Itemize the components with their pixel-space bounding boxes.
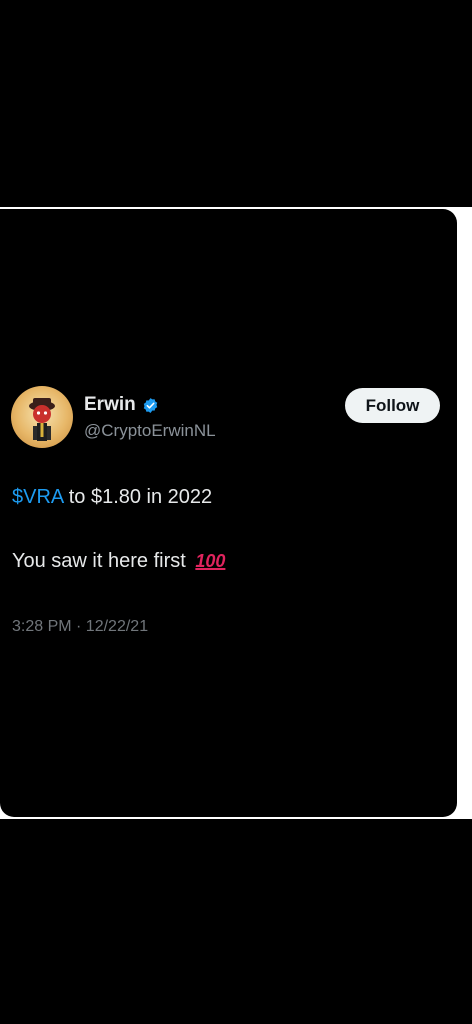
author-name-row[interactable]: Erwin: [84, 394, 159, 416]
tweet-text-line-2: You saw it here first 100: [12, 550, 225, 573]
avatar[interactable]: [11, 386, 73, 448]
tweet-card: [0, 209, 457, 817]
tweet-timestamp[interactable]: 3:28 PM · 12/22/21: [12, 618, 148, 636]
tweet-text-line-1: $VRA to $1.80 in 2022: [12, 486, 212, 509]
follow-button[interactable]: Follow: [345, 388, 440, 423]
screenshot-page: Erwin @CryptoErwinNL Follow $VRA to $1.8…: [0, 0, 472, 1024]
cashtag-link[interactable]: $VRA: [12, 486, 63, 508]
author-handle[interactable]: @CryptoErwinNL: [84, 421, 216, 441]
hundred-points-emoji-icon: 100: [195, 551, 226, 571]
verified-badge-icon: [142, 397, 159, 414]
author-name[interactable]: Erwin: [84, 394, 136, 416]
avatar-icon: [29, 398, 55, 441]
tweet-text-line-1-rest: to $1.80 in 2022: [63, 486, 213, 508]
tweet-text-line-2-text: You saw it here first: [12, 550, 186, 572]
